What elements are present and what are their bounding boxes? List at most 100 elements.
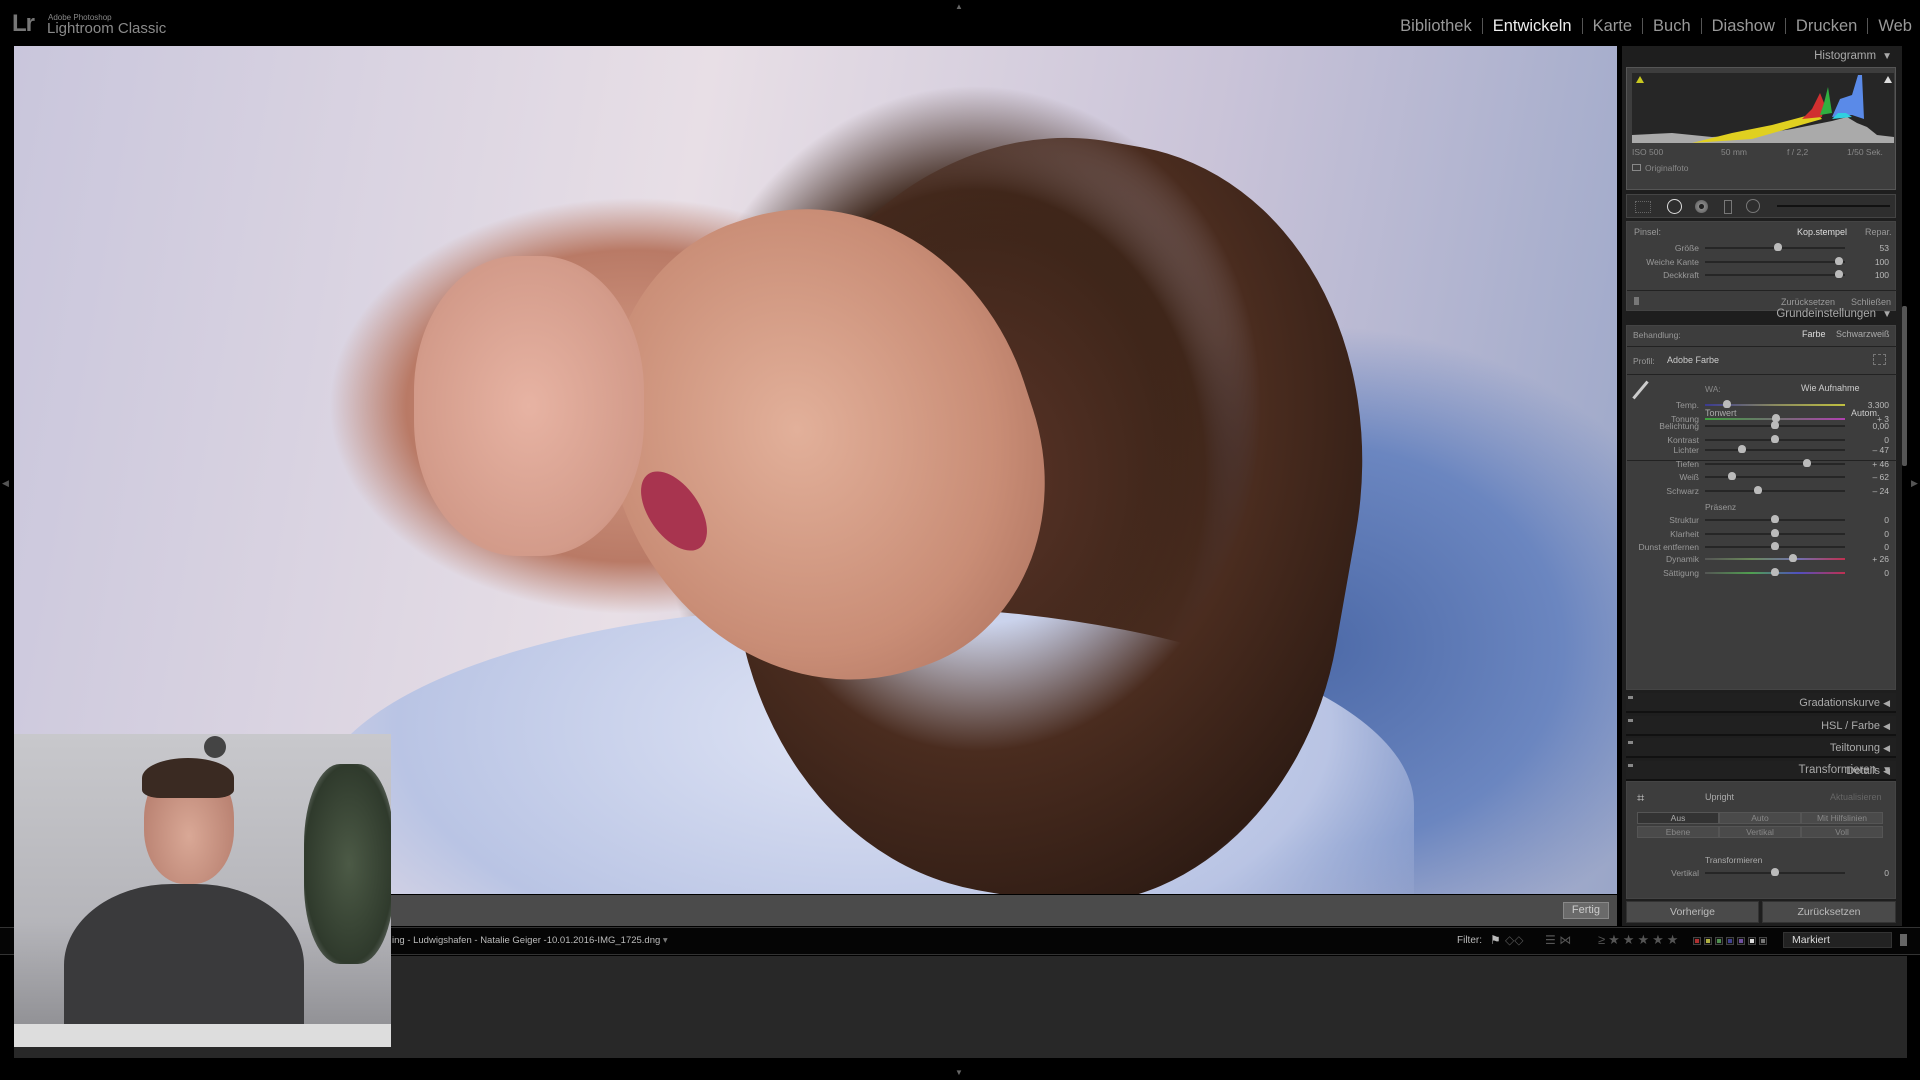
slider-thumb[interactable] [1789, 554, 1798, 562]
basic-header[interactable]: Grundeinstellungen ▼ [1776, 308, 1892, 320]
slider-track[interactable] [1705, 270, 1845, 278]
slider-thumb[interactable] [1738, 445, 1747, 453]
slider-value[interactable]: 0,00 [1859, 421, 1889, 431]
slider-value[interactable]: + 46 [1859, 459, 1889, 469]
color-label-filter-1[interactable] [1704, 937, 1712, 945]
slider-track[interactable] [1705, 243, 1845, 251]
rating-filter-stars[interactable]: ≥★★★★★ [1598, 932, 1681, 948]
slider-thumb[interactable] [1771, 515, 1779, 523]
upright-aus-button[interactable]: Aus [1637, 812, 1719, 824]
slider-value[interactable]: 53 [1859, 243, 1889, 253]
panel-switch-icon[interactable] [1628, 718, 1633, 722]
slider-track[interactable] [1705, 472, 1845, 480]
slider-value[interactable]: – 62 [1859, 472, 1889, 482]
highlight-clipping-icon[interactable] [1884, 76, 1892, 83]
panel-scrollbar[interactable] [1902, 306, 1907, 466]
slider-thumb[interactable] [1723, 400, 1732, 408]
module-drucken[interactable]: Drucken [1786, 18, 1869, 34]
slider-track[interactable] [1705, 256, 1845, 265]
red-eye-tool-icon[interactable] [1695, 200, 1708, 213]
shadow-clipping-icon[interactable] [1636, 76, 1644, 83]
module-buch[interactable]: Buch [1643, 18, 1702, 34]
slider-thumb[interactable] [1835, 256, 1844, 265]
profile-dropdown[interactable]: Adobe Farbe [1667, 355, 1719, 365]
upright-mit-hilfslinien-button[interactable]: Mit Hilfslinien [1801, 812, 1883, 824]
slider-thumb[interactable] [1803, 458, 1812, 467]
unflagged-filter-icon[interactable]: ◇◇ [1505, 933, 1523, 947]
slider-track[interactable] [1705, 868, 1845, 876]
filter-lock-icon[interactable] [1900, 934, 1907, 946]
slider-thumb[interactable] [1835, 270, 1844, 278]
transform-header[interactable]: Transformieren ▼ [1799, 764, 1892, 776]
slider-track[interactable] [1705, 515, 1845, 523]
treatment-bw-button[interactable]: Schwarzweiß [1836, 329, 1890, 339]
slider-value[interactable]: 100 [1859, 257, 1889, 267]
right-panel-toggle-icon[interactable]: ▶ [1911, 478, 1918, 489]
adjustment-brush-slider[interactable] [1777, 205, 1890, 207]
graduated-filter-icon[interactable] [1724, 200, 1732, 214]
slider-thumb[interactable] [1771, 421, 1779, 429]
slider-value[interactable]: 0 [1859, 435, 1889, 445]
slider-track[interactable] [1705, 458, 1845, 467]
update-button[interactable]: Aktualisieren [1830, 792, 1882, 802]
slider-track[interactable] [1705, 542, 1845, 550]
slider-thumb[interactable] [1771, 528, 1779, 537]
filter-preset-dropdown[interactable]: Markiert [1783, 932, 1892, 948]
module-entwickeln[interactable]: Entwickeln [1483, 18, 1583, 34]
panel-hsl-farbe[interactable]: HSL / Farbe ◀ [1626, 715, 1896, 736]
slider-value[interactable]: 0 [1859, 542, 1889, 552]
auto-tone-button[interactable]: Autom. [1851, 408, 1880, 418]
filename-dropdown[interactable]: ing - Ludwigshafen - Natalie Geiger -10.… [392, 935, 668, 946]
top-panel-toggle-icon[interactable]: ▲ [955, 2, 963, 11]
color-label-filter-6[interactable] [1759, 937, 1767, 945]
slider-thumb[interactable] [1771, 542, 1779, 550]
previous-button[interactable]: Vorherige [1626, 901, 1759, 923]
color-label-filter-3[interactable] [1726, 937, 1734, 945]
crop-tool-icon[interactable] [1635, 201, 1651, 213]
spot-removal-tool-icon[interactable] [1667, 199, 1682, 214]
heal-mode-button[interactable]: Repar. [1865, 227, 1892, 237]
original-photo-checkbox[interactable] [1632, 164, 1641, 171]
panel-switch-icon[interactable] [1628, 764, 1633, 768]
upright-auto-button[interactable]: Auto [1719, 812, 1801, 824]
slider-thumb[interactable] [1771, 868, 1779, 876]
slider-value[interactable]: 0 [1859, 568, 1889, 578]
slider-track[interactable] [1705, 421, 1845, 429]
slider-thumb[interactable] [1754, 485, 1763, 494]
slider-value[interactable]: – 24 [1859, 486, 1889, 496]
module-karte[interactable]: Karte [1583, 18, 1644, 34]
slider-track[interactable] [1705, 567, 1845, 576]
color-label-filter-2[interactable] [1715, 937, 1723, 945]
slider-value[interactable]: – 47 [1859, 445, 1889, 455]
panel-gradationskurve[interactable]: Gradationskurve ◀ [1626, 693, 1896, 713]
histogram-header[interactable]: Histogramm ▼ [1814, 50, 1892, 62]
color-label-filter-5[interactable] [1748, 937, 1756, 945]
upright-ebene-button[interactable]: Ebene [1637, 826, 1719, 838]
slider-track[interactable] [1705, 445, 1845, 453]
slider-value[interactable]: 0 [1859, 515, 1889, 525]
brush-reset-button[interactable]: Zurücksetzen [1781, 297, 1835, 307]
slider-track[interactable] [1705, 434, 1845, 443]
brush-close-button[interactable]: Schließen [1851, 297, 1891, 307]
color-label-filter-0[interactable] [1693, 937, 1701, 945]
upright-voll-button[interactable]: Voll [1801, 826, 1883, 838]
profile-browser-icon[interactable] [1873, 354, 1886, 365]
flag-filter-icon[interactable]: ⚑ [1490, 933, 1501, 947]
reset-button[interactable]: Zurücksetzen [1762, 901, 1896, 923]
color-label-filter-4[interactable] [1737, 937, 1745, 945]
slider-value[interactable]: + 26 [1859, 554, 1889, 564]
slider-value[interactable]: 100 [1859, 270, 1889, 280]
done-button[interactable]: Fertig [1562, 902, 1609, 919]
slider-thumb[interactable] [1771, 434, 1779, 443]
edit-filter-icon[interactable]: ☰ ⋈ [1545, 933, 1571, 947]
module-diashow[interactable]: Diashow [1702, 18, 1786, 34]
upright-vertikal-button[interactable]: Vertikal [1719, 826, 1801, 838]
treatment-color-button[interactable]: Farbe [1802, 329, 1826, 339]
slider-thumb[interactable] [1773, 243, 1782, 251]
wb-eyedropper-icon[interactable] [1632, 380, 1649, 400]
slider-track[interactable] [1705, 554, 1845, 562]
radial-filter-icon[interactable] [1746, 199, 1760, 213]
slider-value[interactable]: 0 [1859, 529, 1889, 539]
toolbar-toggle-icon[interactable] [1634, 297, 1639, 305]
wb-dropdown[interactable]: Wie Aufnahme [1801, 383, 1860, 393]
